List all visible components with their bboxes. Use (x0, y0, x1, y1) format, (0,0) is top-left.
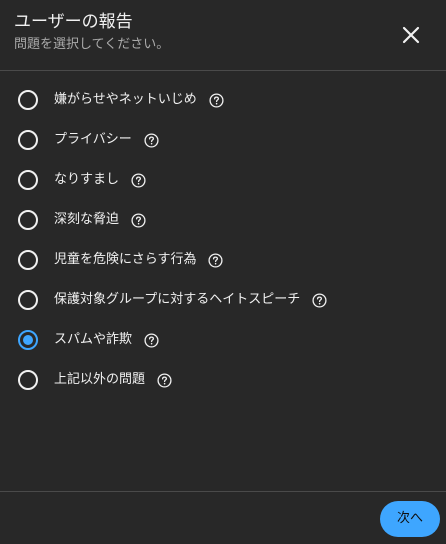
option-label: 児童を危険にさらす行為 (54, 252, 197, 267)
option-content: 嫌がらせやネットいじめ (54, 80, 224, 120)
report-option[interactable]: なりすまし (0, 160, 446, 200)
close-button[interactable] (396, 20, 426, 50)
close-icon (402, 26, 420, 44)
dialog-header: ユーザーの報告 問題を選択してください。 (0, 0, 446, 71)
option-content: なりすまし (54, 160, 146, 200)
radio-button[interactable] (18, 290, 38, 310)
report-option[interactable]: 深刻な脅迫 (0, 200, 446, 240)
option-label: プライバシー (54, 132, 132, 147)
option-content: 上記以外の問題 (54, 360, 172, 400)
help-icon[interactable] (144, 132, 159, 148)
help-icon[interactable] (312, 292, 327, 308)
next-button[interactable]: 次へ (380, 501, 440, 537)
report-option[interactable]: 嫌がらせやネットいじめ (0, 80, 446, 120)
dialog-footer: 次へ (0, 491, 446, 544)
radio-button[interactable] (18, 210, 38, 230)
radio-button[interactable] (18, 90, 38, 110)
option-label: 嫌がらせやネットいじめ (54, 92, 197, 107)
option-content: プライバシー (54, 120, 159, 160)
help-icon[interactable] (157, 372, 172, 388)
option-content: 保護対象グループに対するヘイトスピーチ (54, 280, 327, 320)
dialog-title: ユーザーの報告 (14, 12, 133, 32)
option-content: 深刻な脅迫 (54, 200, 146, 240)
report-option[interactable]: 児童を危険にさらす行為 (0, 240, 446, 280)
option-label: なりすまし (54, 172, 120, 187)
radio-button[interactable] (18, 250, 38, 270)
report-option[interactable]: スパムや詐欺 (0, 320, 446, 360)
help-icon[interactable] (209, 92, 224, 108)
help-icon[interactable] (208, 252, 224, 268)
help-icon[interactable] (131, 172, 146, 188)
option-content: スパムや詐欺 (54, 320, 159, 360)
option-label: 深刻な脅迫 (54, 212, 120, 227)
dialog-subtitle: 問題を選択してください。 (14, 37, 170, 52)
radio-button[interactable] (18, 130, 38, 150)
report-option[interactable]: プライバシー (0, 120, 446, 160)
radio-button[interactable] (18, 370, 38, 390)
help-icon[interactable] (144, 332, 159, 348)
report-user-dialog: ユーザーの報告 問題を選択してください。 嫌がらせやネットいじめ プライバシー なり… (0, 0, 446, 544)
help-icon[interactable] (131, 212, 146, 228)
option-label: 上記以外の問題 (54, 372, 146, 387)
report-option[interactable]: 保護対象グループに対するヘイトスピーチ (0, 280, 446, 320)
option-content: 児童を危険にさらす行為 (54, 240, 224, 280)
radio-button-selected[interactable] (18, 330, 38, 350)
radio-button[interactable] (18, 170, 38, 190)
option-label: スパムや詐欺 (54, 332, 133, 347)
option-label: 保護対象グループに対するヘイトスピーチ (54, 292, 301, 307)
report-option[interactable]: 上記以外の問題 (0, 360, 446, 400)
